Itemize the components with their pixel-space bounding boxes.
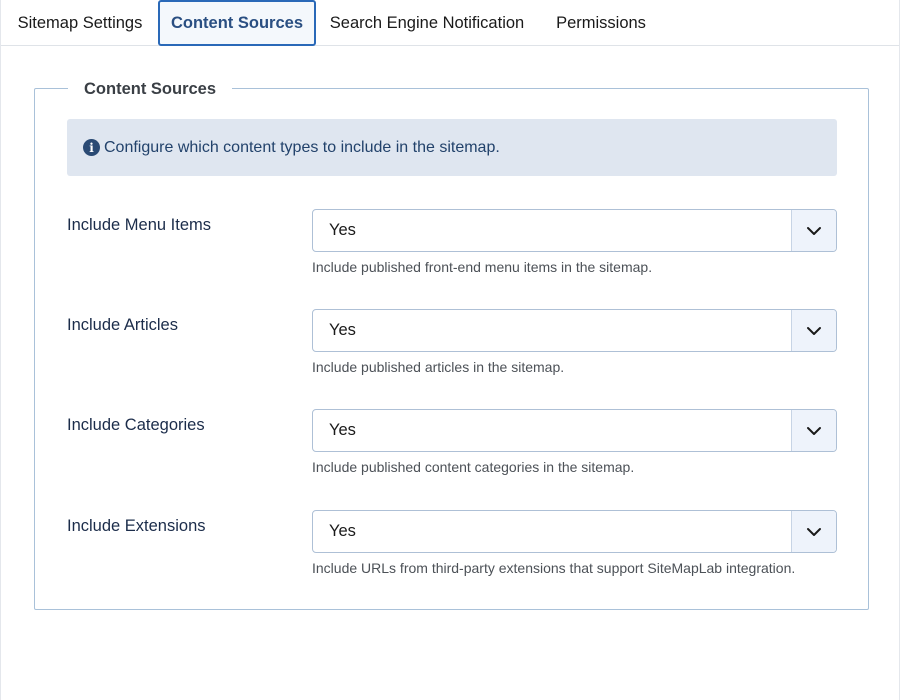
include-categories-select[interactable]: Yes	[312, 409, 837, 452]
tab-label: Sitemap Settings	[17, 13, 143, 32]
info-alert-text: Configure which content types to include…	[104, 138, 500, 156]
info-alert: i Configure which content types to inclu…	[67, 119, 837, 176]
field-description: Include URLs from third-party extensions…	[312, 560, 796, 576]
info-circle-icon: i	[83, 139, 100, 156]
field-include-categories: Include Categories Yes Include published…	[67, 409, 837, 489]
field-label: Include Articles	[67, 316, 178, 334]
chevron-down-icon[interactable]	[791, 511, 836, 552]
tab-label: Permissions	[556, 13, 646, 32]
chevron-down-icon[interactable]	[791, 210, 836, 251]
fieldset-legend: Content Sources	[68, 77, 233, 101]
chevron-down-icon[interactable]	[791, 410, 836, 451]
field-label: Include Menu Items	[67, 216, 211, 234]
include-extensions-select[interactable]: Yes	[312, 510, 837, 553]
chevron-down-icon[interactable]	[791, 310, 836, 351]
field-description: Include published articles in the sitema…	[312, 359, 565, 375]
field-description: Include published content categories in …	[312, 459, 635, 475]
tab-label: Search Engine Notification	[329, 13, 525, 32]
field-label: Include Extensions	[67, 517, 206, 535]
select-value: Yes	[329, 522, 356, 540]
tab-content-sources[interactable]: Content Sources	[158, 0, 316, 46]
select-value: Yes	[329, 321, 356, 339]
field-label: Include Categories	[67, 416, 205, 434]
tab-permissions[interactable]: Permissions	[539, 0, 663, 46]
tab-label: Content Sources	[170, 13, 304, 32]
options-page: Sitemap Settings Content Sources Search …	[0, 0, 900, 700]
field-include-articles: Include Articles Yes Include published a…	[67, 309, 837, 389]
include-articles-select[interactable]: Yes	[312, 309, 837, 352]
select-value: Yes	[329, 221, 356, 239]
tab-search-engine-notification[interactable]: Search Engine Notification	[317, 0, 537, 46]
include-menu-items-select[interactable]: Yes	[312, 209, 837, 252]
field-include-menu-items: Include Menu Items Yes Include published…	[67, 209, 837, 289]
select-value: Yes	[329, 421, 356, 439]
tab-sitemap-settings[interactable]: Sitemap Settings	[1, 0, 159, 46]
field-description: Include published front-end menu items i…	[312, 259, 653, 275]
tab-bar: Sitemap Settings Content Sources Search …	[1, 0, 899, 46]
content-sources-fieldset: Content Sources i Configure which conten…	[34, 77, 869, 610]
field-include-extensions: Include Extensions Yes Include URLs from…	[67, 510, 837, 590]
